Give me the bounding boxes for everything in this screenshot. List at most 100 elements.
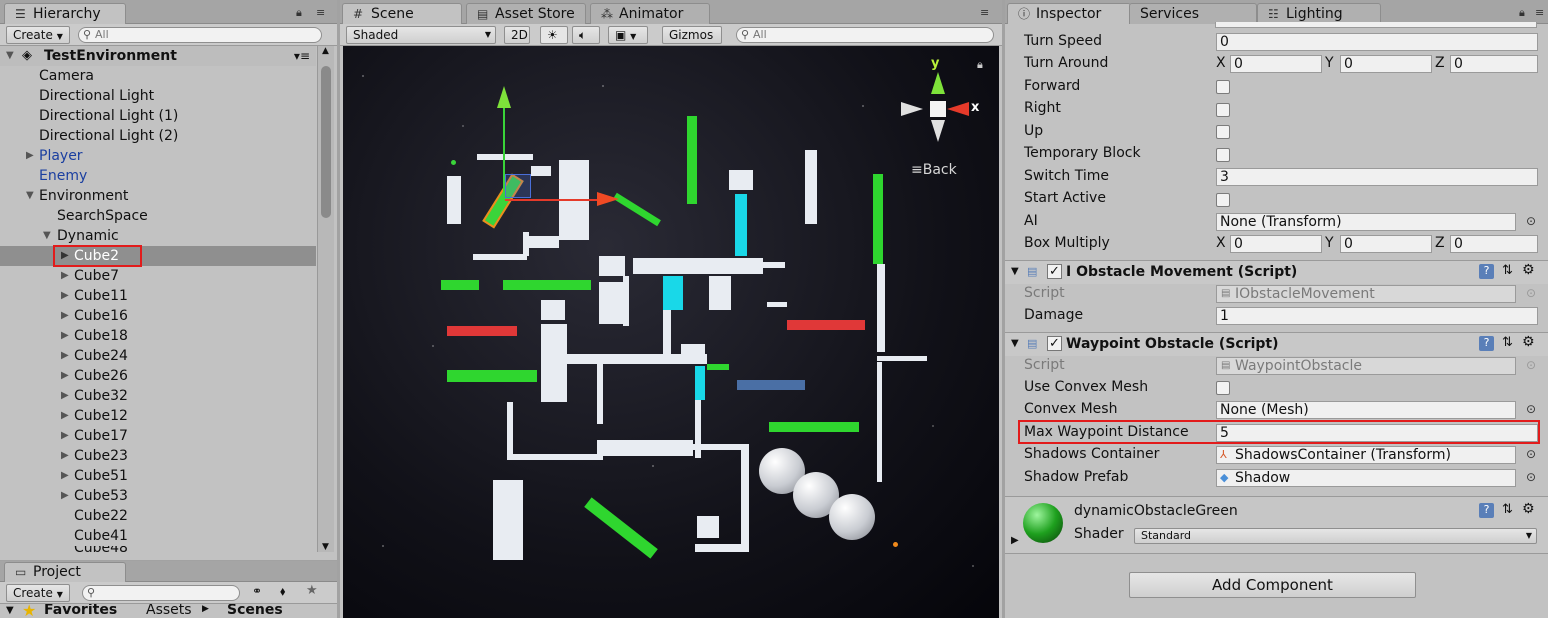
gizmo-neg-x-cone[interactable] [901,102,923,116]
tree-item[interactable]: Enemy [0,166,316,186]
gizmo-x-cone[interactable] [947,102,969,116]
turn-speed-field[interactable]: 0 [1216,33,1538,51]
gear-icon[interactable]: ⚙ [1522,262,1535,278]
object-picker-icon[interactable]: ⊙ [1526,402,1536,416]
move-gizmo-plane-handle[interactable] [505,174,531,198]
box-multiply-y-field[interactable]: 0 [1340,235,1432,253]
foldout-arrow-icon[interactable]: ▶ [1011,535,1019,546]
gizmos-dropdown[interactable]: Gizmos ▼ [662,26,722,57]
object-picker-icon[interactable]: ⊙ [1526,470,1536,484]
component-enabled-checkbox[interactable]: ✓ [1047,336,1062,351]
wall-block[interactable] [877,356,927,361]
right-checkbox[interactable] [1216,103,1230,117]
tree-item[interactable]: ▶ Cube23 [0,446,316,466]
orientation-gizmo[interactable]: y x [899,56,979,150]
expand-arrow-icon[interactable]: ▶ [61,346,73,366]
scene-search-input[interactable]: ⚲ All [736,27,994,43]
breadcrumb-scenes[interactable]: Scenes [227,604,283,618]
wall-block[interactable] [695,544,749,552]
start-active-checkbox[interactable] [1216,193,1230,207]
expand-arrow-icon[interactable]: ▶ [61,326,73,346]
component-header-waypoint-obstacle[interactable]: ▼ ▤ ✓ Waypoint Obstacle (Script) ? ⇅ ⚙ [1005,332,1548,356]
tree-item[interactable]: Cube41 [0,526,316,546]
tree-item[interactable]: Directional Light (1) [0,106,316,126]
wall-block[interactable] [599,282,623,324]
expand-arrow-icon[interactable]: ▶ [61,286,73,306]
tree-item[interactable]: SearchSpace [0,206,316,226]
wall-block[interactable] [877,362,882,482]
view-label[interactable]: ≡Back [911,162,957,178]
breadcrumb-asset[interactable]: Assets [146,604,192,618]
wall-block[interactable] [663,308,671,354]
steel-obstacle[interactable] [737,380,805,390]
scroll-down-icon[interactable]: ▼ [322,542,329,552]
scene-menu-icon[interactable]: ▾≡ [294,46,310,66]
tree-item[interactable]: ▶ Cube53 [0,486,316,506]
tab-asset-store[interactable]: ▤ Asset Store [466,3,586,24]
wall-block[interactable] [597,364,603,424]
help-icon[interactable]: ? [1479,503,1494,518]
temporary-block-checkbox[interactable] [1216,148,1230,162]
tree-item[interactable]: ▶ Cube51 [0,466,316,486]
scene-root-row[interactable]: ▼ ◈ TestEnvironment ▾≡ [0,46,316,66]
scroll-up-icon[interactable]: ▲ [322,46,329,56]
damage-field[interactable]: 1 [1216,307,1538,325]
shader-dropdown[interactable]: Standard ▼ [1134,528,1537,544]
cyan-obstacle[interactable] [695,366,705,400]
lighting-toggle-button[interactable]: ☀ [540,26,568,44]
wall-block[interactable] [763,262,785,268]
panel-menu-icon[interactable]: ≡ [1535,6,1544,19]
green-obstacle[interactable] [707,364,729,370]
expand-arrow-icon[interactable]: ▶ [26,146,38,166]
wall-block[interactable] [597,440,693,456]
object-picker-icon[interactable]: ⊙ [1526,214,1536,228]
green-obstacle[interactable] [447,370,537,382]
wall-block[interactable] [507,402,513,458]
tree-item[interactable]: ▶ Cube16 [0,306,316,326]
hierarchy-scrollbar[interactable]: ▲ ▼ [317,46,334,552]
green-obstacle[interactable] [687,116,697,204]
wall-block[interactable] [697,516,719,538]
tree-item[interactable]: ▶ Cube18 [0,326,316,346]
tree-item[interactable]: ▶ Cube11 [0,286,316,306]
expand-arrow-icon[interactable]: ▶ [61,486,73,506]
tab-animator[interactable]: ⁂ Animator [590,3,710,24]
lock-icon[interactable]: 🔒︎ [296,6,302,20]
wall-block[interactable] [729,170,753,190]
expand-arrow-icon[interactable]: ▶ [61,406,73,426]
tree-item[interactable]: ▶ Cube32 [0,386,316,406]
gizmo-neg-y-cone[interactable] [931,120,945,142]
expand-arrow-icon[interactable]: ▼ [43,226,55,246]
component-enabled-checkbox[interactable]: ✓ [1047,264,1062,279]
tree-item[interactable]: ▶ Cube7 [0,266,316,286]
switch-time-field[interactable]: 3 [1216,168,1538,186]
green-obstacle[interactable] [503,280,591,290]
expand-arrow-icon[interactable]: ▼ [6,46,18,66]
shadow-sphere[interactable] [829,494,875,540]
component-header-obstacle-movement[interactable]: ▼ ▤ ✓ I Obstacle Movement (Script) ? ⇅ ⚙ [1005,260,1548,284]
panel-menu-icon[interactable]: ≡ [316,6,325,19]
shadow-prefab-field[interactable]: ◆ Shadow [1216,469,1516,487]
tab-lighting[interactable]: ☷ Lighting [1257,3,1381,24]
expand-arrow-icon[interactable]: ▼ [6,605,14,616]
tree-item[interactable]: ▶ Player [0,146,316,166]
wall-block[interactable] [493,480,523,560]
use-convex-mesh-checkbox[interactable] [1216,381,1230,395]
tab-services[interactable]: Services [1129,3,1257,24]
wall-block[interactable] [541,300,565,320]
turn-around-y-field[interactable]: 0 [1340,55,1432,73]
convex-mesh-field[interactable]: None (Mesh) [1216,401,1516,419]
expand-arrow-icon[interactable]: ▶ [61,366,73,386]
wall-block[interactable] [767,302,787,307]
tab-inspector[interactable]: ⓘ Inspector [1007,3,1131,24]
effects-toggle-button[interactable]: ▣ ▼ [608,26,648,44]
tree-item[interactable]: Directional Light [0,86,316,106]
scene-viewport[interactable]: y x 🔒︎ ≡Back [343,46,999,618]
green-obstacle[interactable] [441,280,479,290]
tree-item[interactable]: Directional Light (2) [0,126,316,146]
expand-arrow-icon[interactable]: ▶ [61,466,73,486]
expand-arrow-icon[interactable]: ▶ [61,446,73,466]
wall-block[interactable] [477,154,533,160]
up-checkbox[interactable] [1216,125,1230,139]
cyan-obstacle[interactable] [663,276,683,310]
